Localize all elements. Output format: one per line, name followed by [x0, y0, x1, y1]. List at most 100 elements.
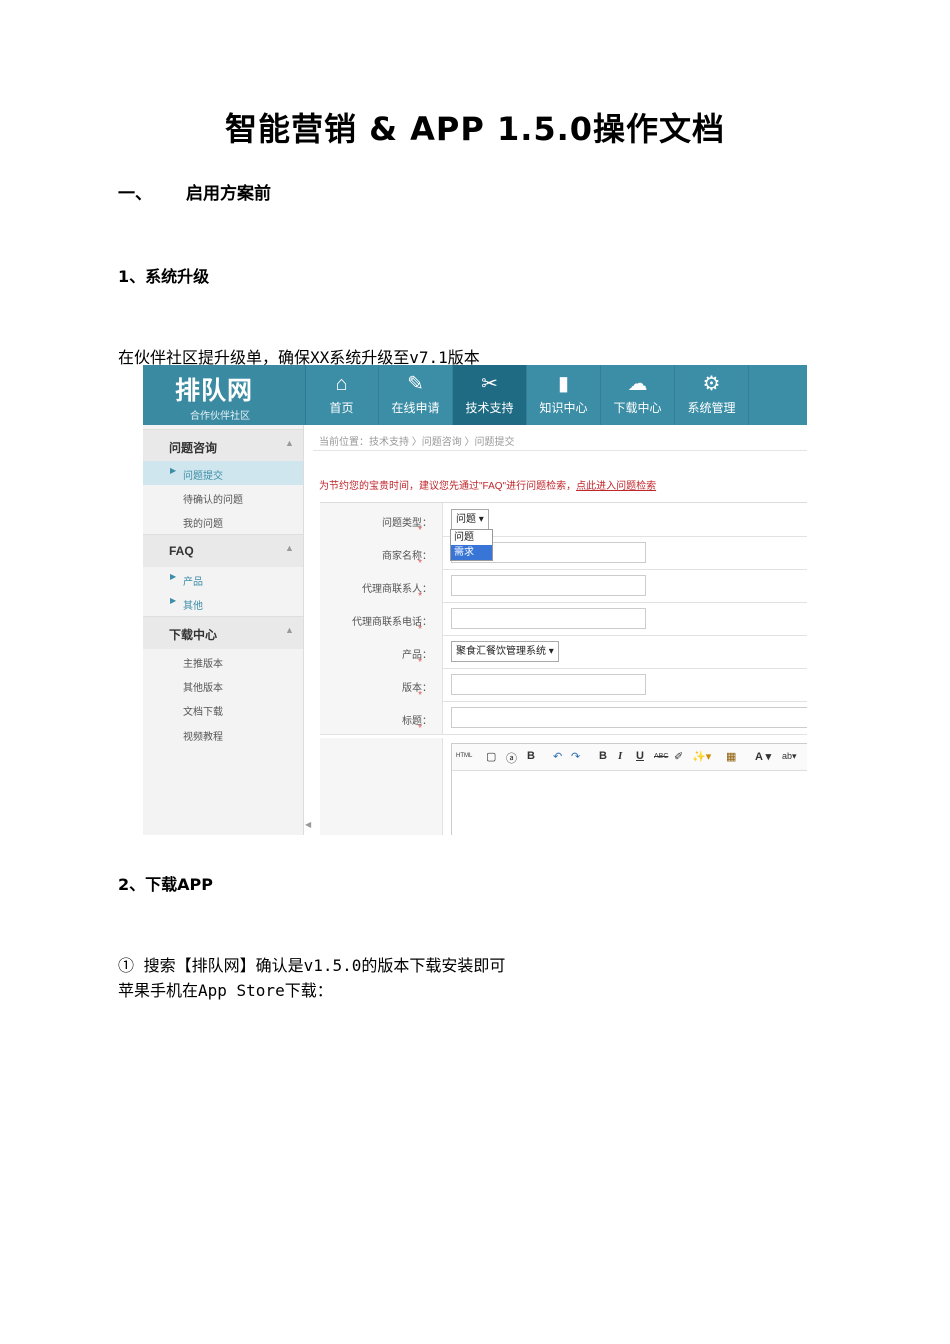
divider: [313, 450, 807, 451]
paste-icon[interactable]: ▦: [726, 750, 736, 763]
sidebar-item-my-questions[interactable]: 我的问题: [143, 509, 303, 533]
version-input[interactable]: [451, 674, 646, 695]
subject-input[interactable]: [451, 707, 807, 728]
book-icon: ▮: [557, 373, 569, 395]
product-select[interactable]: 聚食汇餐饮管理系统 ▾: [451, 641, 559, 662]
form-row-agent-phone: * 代理商联系电话：: [320, 602, 807, 636]
sidebar-item-other-version[interactable]: 其他版本: [143, 673, 303, 697]
sidebar-section-faq[interactable]: FAQ ▲: [143, 534, 303, 567]
collapse-icon: ▲: [285, 438, 294, 448]
sidebar-item-label: 主推版本: [183, 659, 223, 670]
gear-icon: ⚙: [702, 373, 721, 395]
new-doc-icon[interactable]: ▢: [486, 750, 496, 763]
sidebar-item-doc-download[interactable]: 文档下载: [143, 697, 303, 721]
redo-icon[interactable]: ↷: [571, 750, 580, 763]
nav-home[interactable]: ⌂ 首页: [305, 365, 379, 425]
field-label: * 标题：: [320, 701, 443, 734]
dropdown-option-highlighted[interactable]: 需求: [451, 545, 492, 560]
tools-icon: ✂: [481, 373, 498, 395]
logo[interactable]: 排队网 合作伙伴社区: [143, 365, 306, 425]
label-text: 标题：: [402, 716, 432, 727]
sidebar-item-label: 视频教程: [183, 732, 223, 743]
eraser-icon[interactable]: ✐: [674, 750, 683, 763]
logo-subtitle: 合作伙伴社区: [190, 411, 250, 422]
field-label: * 商家名称：: [320, 536, 443, 569]
nav-knowledge[interactable]: ▮ 知识中心: [527, 365, 601, 425]
sidebar: 问题咨询 ▲ ▶ 问题提交 待确认的问题 我的问题 FAQ ▲ ▶ 产品 ▶ 其…: [143, 425, 304, 835]
nav-label: 下载中心: [613, 401, 662, 415]
editor-label-cell: [320, 738, 443, 835]
form-row-product: * 产品： 聚食汇餐饮管理系统 ▾: [320, 635, 807, 669]
sidebar-item-main-version[interactable]: 主推版本: [143, 649, 303, 673]
nav-tech-support[interactable]: ✂ 技术支持: [453, 365, 527, 425]
faq-search-link[interactable]: 点此进入问题检索: [576, 481, 656, 492]
required-mark: *: [418, 690, 422, 701]
nav-online-apply[interactable]: ✎ 在线申请: [379, 365, 453, 425]
sidebar-item-label: 其他: [183, 601, 203, 612]
scroll-left-icon[interactable]: ◀: [305, 820, 311, 829]
collapse-icon: ▲: [285, 543, 294, 553]
anchor-icon[interactable]: ⓐ: [506, 750, 517, 766]
sidebar-section-title: 下载中心: [169, 628, 218, 642]
sidebar-item-label: 文档下载: [183, 707, 223, 718]
dropdown-option[interactable]: 问题: [451, 530, 492, 545]
sidebar-item-pending[interactable]: 待确认的问题: [143, 485, 303, 509]
required-mark: *: [418, 591, 422, 602]
sidebar-section-download[interactable]: 下载中心 ▲: [143, 616, 303, 649]
section-title: 启用方案前: [186, 184, 271, 204]
editor-toolbar: HTML ▢ ⓐ B ↶ ↷ B I U ABC ✐ ✨▾ ▦ A ▾ ab▾: [452, 744, 807, 771]
field-label: * 产品：: [320, 635, 443, 668]
label-text: 产品：: [402, 650, 432, 661]
agent-phone-input[interactable]: [451, 608, 646, 629]
required-mark: *: [418, 558, 422, 569]
nav-label: 首页: [329, 401, 354, 415]
sidebar-item-other[interactable]: ▶ 其他: [143, 591, 303, 615]
caret-right-icon: ▶: [170, 596, 177, 605]
undo-icon[interactable]: ↶: [553, 750, 562, 763]
sidebar-item-label: 我的问题: [183, 519, 223, 530]
nav-download[interactable]: ☁ 下载中心: [601, 365, 675, 425]
sidebar-item-product[interactable]: ▶ 产品: [143, 567, 303, 591]
sidebar-item-label: 产品: [183, 577, 203, 588]
step2-line1: ① 搜索【排队网】确认是v1.5.0的版本下载安装即可: [118, 956, 506, 975]
home-icon: ⌂: [335, 373, 348, 395]
main-nav: ⌂ 首页 ✎ 在线申请 ✂ 技术支持 ▮ 知识中心 ☁ 下载中心 ⚙ 系统管理: [305, 365, 749, 425]
bold-alt-icon[interactable]: B: [527, 750, 535, 762]
form-row-subject: * 标题：: [320, 701, 807, 735]
field-label: * 版本：: [320, 668, 443, 701]
required-mark: *: [418, 723, 422, 734]
strikethrough-icon[interactable]: ABC: [654, 753, 668, 760]
nav-label: 系统管理: [687, 401, 736, 415]
top-nav-bar: 排队网 合作伙伴社区 ⌂ 首页 ✎ 在线申请 ✂ 技术支持 ▮ 知识中心 ☁ 下…: [143, 365, 807, 425]
nav-label: 在线申请: [391, 401, 440, 415]
rich-text-editor[interactable]: HTML ▢ ⓐ B ↶ ↷ B I U ABC ✐ ✨▾ ▦ A ▾ ab▾: [451, 743, 807, 835]
italic-icon[interactable]: I: [618, 750, 622, 762]
sidebar-section-title: FAQ: [169, 544, 194, 558]
question-type-select[interactable]: 问题 ▾: [451, 509, 489, 530]
notice: 为节约您的宝贵时间，建议您先通过"FAQ"进行问题检索，点此进入问题检索: [319, 477, 656, 492]
embedded-screenshot: 排队网 合作伙伴社区 ⌂ 首页 ✎ 在线申请 ✂ 技术支持 ▮ 知识中心 ☁ 下…: [143, 365, 807, 835]
form-row-version: * 版本：: [320, 668, 807, 702]
sidebar-item-video[interactable]: 视频教程: [143, 722, 303, 746]
font-color-icon[interactable]: A ▾: [755, 750, 771, 763]
nav-system[interactable]: ⚙ 系统管理: [675, 365, 749, 425]
underline-icon[interactable]: U: [636, 750, 644, 762]
sidebar-item-submit[interactable]: ▶ 问题提交: [143, 461, 303, 485]
step1-heading: 1、系统升级: [118, 267, 210, 286]
step2-heading: 2、下载APP: [118, 875, 213, 894]
step2-line2: 苹果手机在App Store下载：: [118, 981, 333, 1000]
sidebar-item-label: 其他版本: [183, 683, 223, 694]
highlight-icon[interactable]: ab▾: [782, 751, 797, 762]
bold-icon[interactable]: B: [599, 750, 607, 762]
required-mark: *: [418, 525, 422, 536]
nav-label: 技术支持: [465, 401, 514, 415]
document-title: 智能营销 & APP 1.5.0操作文档: [224, 110, 726, 148]
sidebar-section-questions[interactable]: 问题咨询 ▲: [143, 429, 303, 462]
breadcrumb: 当前位置：技术支持 〉问题咨询 〉问题提交: [319, 437, 515, 448]
agent-contact-input[interactable]: [451, 575, 646, 596]
section-heading: 一、 启用方案前: [118, 179, 271, 204]
html-button[interactable]: HTML: [456, 753, 472, 759]
magic-icon[interactable]: ✨▾: [692, 750, 711, 763]
sidebar-item-label: 待确认的问题: [183, 495, 243, 506]
required-mark: *: [418, 624, 422, 635]
